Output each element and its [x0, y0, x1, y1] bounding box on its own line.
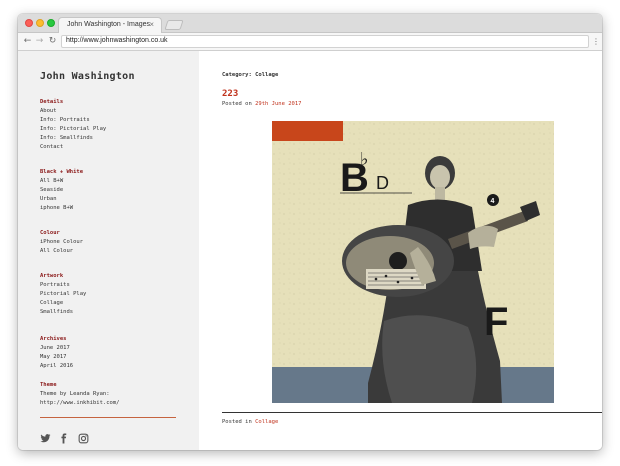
nav-link-about[interactable]: About	[40, 107, 106, 116]
reload-icon[interactable]: ↻	[47, 36, 58, 47]
nav-heading: Colour	[40, 230, 60, 236]
page-viewport: John Washington Details About Info: Port…	[18, 51, 602, 450]
theme-heading: Theme	[40, 382, 57, 388]
browser-toolbar: ← → ↻ http://www.johnwashington.co.uk ⋮	[18, 33, 602, 51]
site-title[interactable]: John Washington	[40, 71, 135, 82]
artwork-flat-sign: ♭	[360, 149, 369, 170]
post-date-link[interactable]: 29th June 2017	[255, 101, 301, 107]
instagram-icon[interactable]	[78, 433, 89, 444]
nav-link-iphone-bw[interactable]: iphone B+W	[40, 204, 83, 213]
post-meta: Posted on 29th June 2017	[222, 101, 301, 107]
nav-link-june-2017[interactable]: June 2017	[40, 344, 73, 353]
nav-heading: Black + White	[40, 169, 84, 175]
posted-on-label: Posted on	[222, 101, 256, 107]
back-arrow-icon[interactable]: ←	[22, 36, 33, 47]
posted-in-label: Posted in	[222, 419, 256, 425]
nav-heading: Details	[40, 99, 64, 105]
nav-heading: Artwork	[40, 273, 64, 279]
browser-window: John Washington - Images × ← → ↻ http://…	[18, 14, 602, 450]
artwork-letter-d: D	[376, 173, 389, 193]
forward-arrow-icon[interactable]: →	[34, 36, 45, 47]
nav-link-urban[interactable]: Urban	[40, 195, 83, 204]
nav-link-smallfinds[interactable]: Smallfinds	[40, 308, 86, 317]
tab-close-icon[interactable]: ×	[149, 20, 154, 29]
category-heading: Category: Collage	[222, 72, 279, 78]
nav-link-collage[interactable]: Collage	[40, 299, 86, 308]
address-bar[interactable]: http://www.johnwashington.co.uk	[61, 35, 589, 48]
nav-link-seaside[interactable]: Seaside	[40, 186, 83, 195]
close-window-button[interactable]	[25, 19, 33, 27]
facebook-icon[interactable]	[58, 433, 69, 444]
collage-artwork[interactable]: B ♭ D 4 F	[272, 121, 554, 403]
nav-link-info-smallfinds[interactable]: Info: Smallfinds	[40, 134, 106, 143]
nav-link-portraits[interactable]: Portraits	[40, 281, 86, 290]
nav-link-info-pictorial-play[interactable]: Info: Pictorial Play	[40, 125, 106, 134]
post-footer-divider	[222, 412, 602, 413]
nav-link-info-portraits[interactable]: Info: Portraits	[40, 116, 106, 125]
theme-credit: Theme Theme by Leanda Ryan: http://www.i…	[40, 381, 119, 408]
artwork-letter-f: F	[484, 300, 508, 344]
artwork-number: 4	[491, 198, 495, 205]
nav-link-all-colour[interactable]: All Colour	[40, 247, 83, 256]
nav-link-pictorial-play[interactable]: Pictorial Play	[40, 290, 86, 299]
nav-link-all-bw[interactable]: All B+W	[40, 177, 83, 186]
zoom-window-button[interactable]	[47, 19, 55, 27]
artwork-orange-block	[272, 121, 343, 141]
post-title[interactable]: 223	[222, 89, 238, 99]
nav-heading: Archives	[40, 336, 67, 342]
address-bar-url: http://www.johnwashington.co.uk	[66, 37, 168, 44]
browser-tab[interactable]: John Washington - Images ×	[58, 17, 162, 34]
nav-section-artwork: Artwork Portraits Pictorial Play Collage…	[40, 272, 86, 317]
post-footer: Posted in Collage	[222, 419, 278, 425]
theme-credit-text: Theme by Leanda Ryan:	[40, 391, 110, 397]
minimize-window-button[interactable]	[36, 19, 44, 27]
theme-credit-link[interactable]: http://www.inkhibit.com/	[40, 399, 119, 408]
tab-bar: John Washington - Images ×	[18, 14, 602, 34]
sidebar-divider	[40, 417, 176, 418]
tab-title: John Washington - Images	[67, 21, 151, 28]
nav-link-april-2016[interactable]: April 2016	[40, 362, 73, 371]
nav-section-black-white: Black + White All B+W Seaside Urban ipho…	[40, 168, 83, 213]
twitter-icon[interactable]	[40, 433, 51, 444]
nav-link-contact[interactable]: Contact	[40, 143, 106, 152]
nav-link-may-2017[interactable]: May 2017	[40, 353, 73, 362]
nav-link-iphone-colour[interactable]: iPhone Colour	[40, 238, 83, 247]
nav-section-archives: Archives June 2017 May 2017 April 2016	[40, 335, 73, 371]
browser-menu-icon[interactable]: ⋮	[592, 36, 600, 47]
post-category-link[interactable]: Collage	[255, 419, 278, 425]
nav-section-details: Details About Info: Portraits Info: Pict…	[40, 98, 106, 152]
main-content: Category: Collage 223 Posted on 29th Jun…	[199, 51, 602, 450]
new-tab-button[interactable]	[164, 20, 184, 30]
nav-section-colour: Colour iPhone Colour All Colour	[40, 229, 83, 256]
sidebar: John Washington Details About Info: Port…	[18, 51, 199, 450]
